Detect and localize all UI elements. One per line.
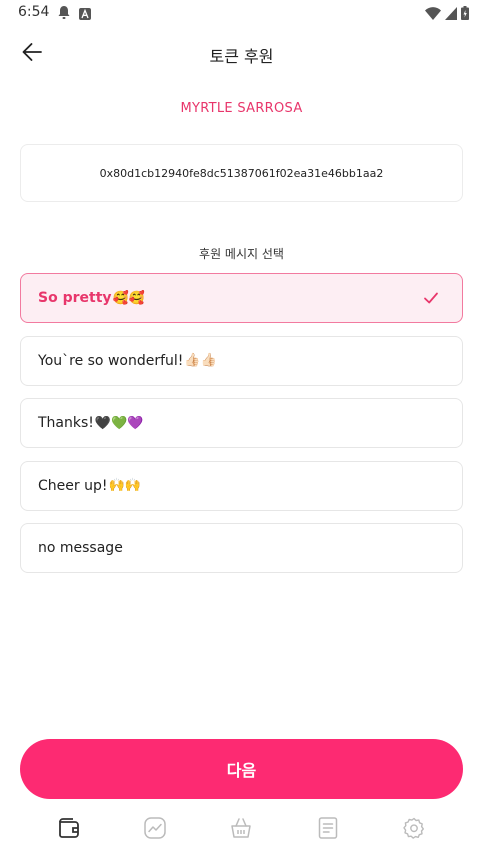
chart-icon [144,817,167,843]
bottom-nav [0,812,483,848]
message-option-no-message[interactable]: no message [20,523,463,573]
message-option-wonderful[interactable]: You`re so wonderful! 👍🏻👍🏻 [20,335,463,386]
nav-wallet[interactable] [54,815,84,845]
message-option-thanks[interactable]: Thanks! 🖤💚💜 [20,398,463,448]
page-title: 토큰 후원 [209,47,274,66]
nav-document[interactable] [313,815,343,845]
wallet-address-card: 0x80d1cb12940fe8dc51387061f02ea31e46bb1a… [20,144,463,202]
message-option-text: You`re so wonderful! [38,352,184,369]
message-option-emoji: 🙌🙌 [108,478,141,493]
status-time: 6:54 [18,4,50,20]
nav-shop[interactable] [226,815,256,845]
document-icon [318,817,338,843]
message-option-cheer-up[interactable]: Cheer up! 🙌🙌 [20,460,463,511]
message-option-emoji: 🖤💚💜 [94,415,144,431]
message-option-emoji: 🥰🥰 [112,290,145,306]
message-section-label: 후원 메시지 선택 [199,247,284,261]
nav-chart[interactable] [140,815,170,845]
cell-signal-icon [445,5,457,24]
shop-basket-icon [230,817,252,843]
check-icon [422,289,440,307]
nav-settings[interactable] [399,815,429,845]
message-option-list: So pretty 🥰🥰 You`re so wonderful! 👍🏻👍🏻 Tha… [20,273,463,586]
wallet-address: 0x80d1cb12940fe8dc51387061f02ea31e46bb1a… [99,166,384,180]
message-option-text: Thanks! [38,415,94,431]
wallet-icon [58,818,80,842]
next-button[interactable]: 다음 [20,739,463,799]
message-option-text: no message [38,540,123,556]
message-option-text: So pretty [38,290,112,306]
settings-gear-icon [403,817,425,843]
recipient-name: MYRTLE SARROSA [180,101,303,116]
message-option-text: Cheer up! [38,477,108,494]
message-option-emoji: 👍🏻👍🏻 [184,353,217,368]
notification-bell-icon [58,5,70,24]
app-a-icon [79,5,91,24]
battery-icon [461,5,469,24]
wifi-icon [425,5,441,24]
status-left-icons [58,5,91,24]
status-right-icons [425,5,469,24]
message-option-so-pretty[interactable]: So pretty 🥰🥰 [20,273,463,323]
status-bar: 6:54 [0,0,483,26]
header: 토큰 후원 [0,36,483,70]
